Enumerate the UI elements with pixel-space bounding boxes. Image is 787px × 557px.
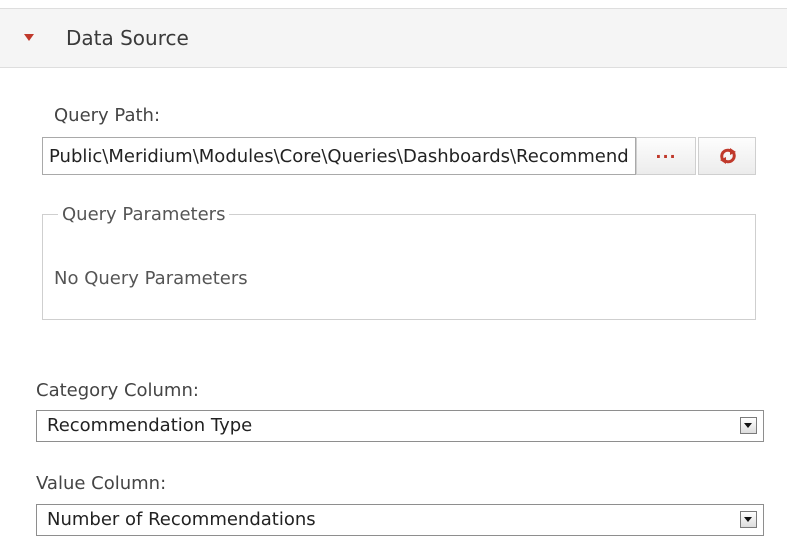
query-path-label: Query Path: xyxy=(54,105,161,126)
value-column-value: Number of Recommendations xyxy=(47,509,316,530)
no-parameters-text: No Query Parameters xyxy=(54,268,248,289)
browse-button-label: ... xyxy=(655,143,677,162)
data-source-panel: Data Source Query Path: ... Query Parame… xyxy=(0,0,787,557)
refresh-icon xyxy=(720,148,736,164)
value-column-select[interactable]: Number of Recommendations xyxy=(36,504,764,536)
collapse-caret-icon[interactable] xyxy=(24,34,34,41)
value-column-label: Value Column: xyxy=(36,473,167,494)
query-parameters-group xyxy=(42,214,756,320)
panel-title: Data Source xyxy=(66,26,189,50)
query-parameters-legend: Query Parameters xyxy=(58,204,230,225)
category-column-value: Recommendation Type xyxy=(47,415,253,436)
category-column-label: Category Column: xyxy=(36,380,199,401)
browse-button[interactable]: ... xyxy=(636,137,696,175)
category-column-select[interactable]: Recommendation Type xyxy=(36,410,764,442)
data-source-header[interactable]: Data Source xyxy=(0,8,787,68)
refresh-button[interactable] xyxy=(698,137,756,175)
query-path-input[interactable] xyxy=(42,137,636,175)
dropdown-arrow-icon[interactable] xyxy=(740,417,757,434)
dropdown-arrow-icon[interactable] xyxy=(740,511,757,528)
